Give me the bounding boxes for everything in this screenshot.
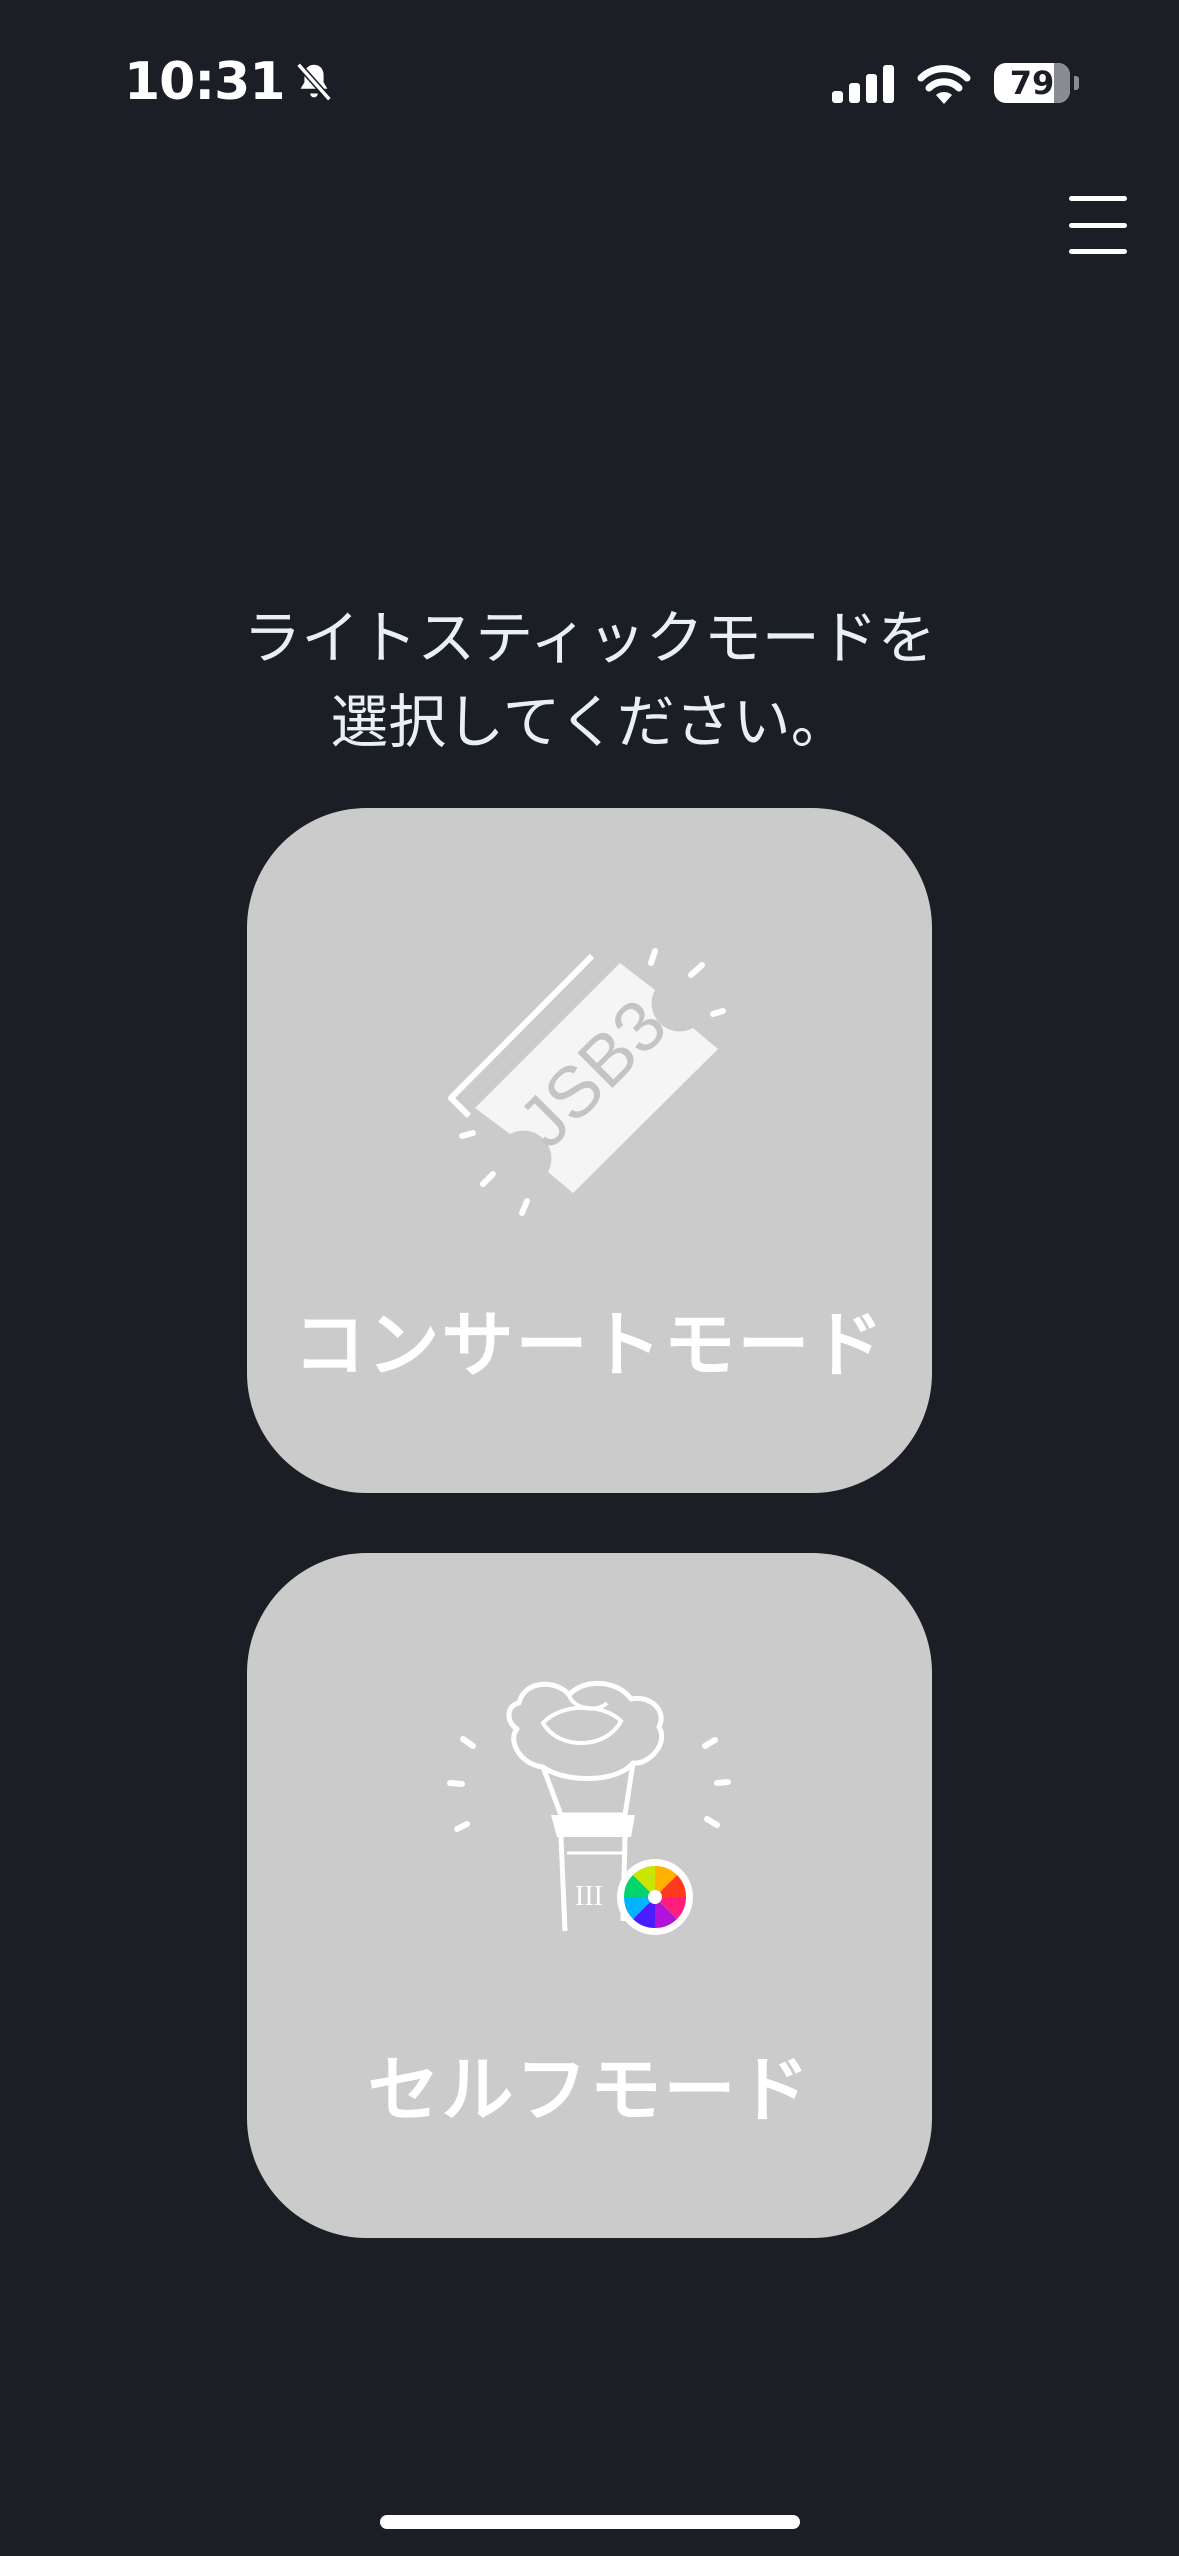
prompt-line-1: ライトスティックモードを [243, 604, 936, 672]
battery-tip [1074, 76, 1079, 90]
menu-bar [1069, 249, 1127, 254]
light-stick-logo: III [575, 1881, 603, 1912]
battery-level: 79 [1009, 64, 1055, 102]
battery-icon: 79 [994, 63, 1070, 103]
bell-slash-icon [295, 62, 332, 102]
light-stick-mode-screen: 10:31 79 ライトスティックモードを 選択してください。 JSB3 コンサ… [0, 0, 1179, 2556]
menu-bar [1069, 222, 1127, 228]
prompt-line-2: 選択してください。 [330, 688, 849, 756]
self-mode-label: セルフモード [367, 2048, 812, 2132]
cellular-signal-icon [832, 65, 894, 103]
color-wheel-icon [617, 1859, 693, 1935]
mode-select-prompt: ライトスティックモードを 選択してください。 [0, 596, 1179, 764]
concert-mode-button[interactable]: JSB3 コンサートモード [247, 808, 932, 1493]
battery-empty-segment [1054, 63, 1070, 103]
menu-bar [1069, 196, 1127, 201]
home-indicator[interactable] [380, 2515, 800, 2529]
status-time: 10:31 [124, 52, 337, 112]
self-mode-button[interactable]: III セルフモード [247, 1553, 932, 2238]
concert-mode-label: コンサートモード [293, 1303, 886, 1387]
status-time-text: 10:31 [124, 52, 286, 112]
wifi-icon [917, 65, 971, 104]
status-indicators: 79 [832, 62, 1079, 104]
hamburger-menu-icon[interactable] [1069, 196, 1127, 254]
